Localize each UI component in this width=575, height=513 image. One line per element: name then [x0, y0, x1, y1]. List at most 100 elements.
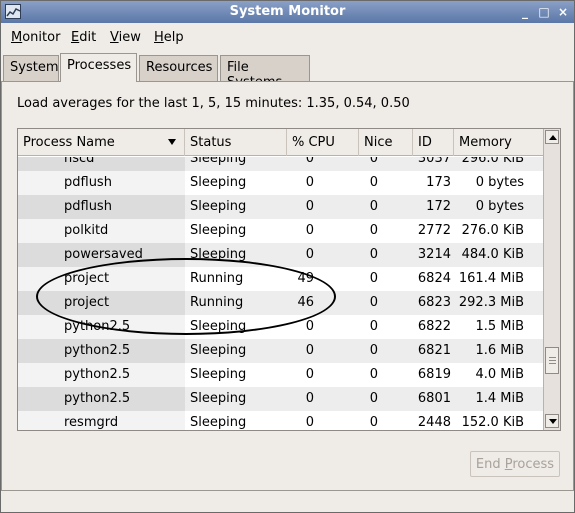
process-cpu: 0: [305, 199, 314, 214]
column-header-memory[interactable]: Memory: [454, 129, 544, 156]
process-nice: 0: [369, 247, 378, 262]
process-cpu: 0: [305, 343, 314, 358]
column-header-label: % CPU: [292, 135, 335, 150]
process-name: nscd: [64, 157, 95, 166]
process-status: Sleeping: [190, 157, 247, 166]
table-row[interactable]: resmgrd Sleeping 0 0 2448 152.0 KiB: [18, 411, 544, 430]
column-header-status[interactable]: Status: [185, 129, 287, 156]
process-id: 6824: [417, 271, 451, 286]
process-cpu: 0: [305, 319, 314, 334]
end-process-button[interactable]: End Process: [470, 451, 560, 477]
process-name: polkitd: [64, 223, 109, 238]
process-name: pdflush: [64, 175, 112, 190]
process-nice: 0: [369, 295, 378, 310]
table-header: Process Name Status % CPU Nice ID Memory: [18, 129, 544, 156]
column-header-label: Memory: [459, 135, 512, 150]
column-header-id[interactable]: ID: [413, 129, 454, 156]
process-id: 2448: [417, 415, 451, 430]
table-row[interactable]: python2.5 Sleeping 0 0 6822 1.5 MiB: [18, 315, 544, 339]
process-id: 172: [426, 199, 451, 214]
process-id: 3214: [417, 247, 451, 262]
process-cpu: 0: [305, 367, 314, 382]
process-memory: 4.0 MiB: [475, 367, 524, 382]
process-name: project: [64, 271, 110, 286]
process-cpu: 0: [305, 157, 314, 166]
process-id: 6819: [417, 367, 451, 382]
table-row[interactable]: python2.5 Sleeping 0 0 6801 1.4 MiB: [18, 387, 544, 411]
process-status: Sleeping: [190, 367, 247, 382]
column-header-label: Nice: [364, 135, 393, 150]
minimize-icon[interactable]: _: [518, 5, 532, 19]
tab-file-systems[interactable]: File Systems: [220, 55, 310, 90]
table-row[interactable]: project Running 46 0 6823 292.3 MiB: [18, 291, 544, 315]
process-status: Sleeping: [190, 343, 247, 358]
vertical-scrollbar[interactable]: [543, 129, 560, 430]
process-nice: 0: [369, 157, 378, 166]
table-row[interactable]: python2.5 Sleeping 0 0 6819 4.0 MiB: [18, 363, 544, 387]
column-header-label: Process Name: [23, 135, 115, 150]
process-name: python2.5: [64, 343, 131, 358]
process-nice: 0: [369, 199, 378, 214]
table-row[interactable]: project Running 49 0 6824 161.4 MiB: [18, 267, 544, 291]
close-icon[interactable]: ×: [556, 5, 570, 19]
process-nice: 0: [369, 223, 378, 238]
table-row[interactable]: polkitd Sleeping 0 0 2772 276.0 KiB: [18, 219, 544, 243]
process-cpu: 0: [305, 223, 314, 238]
process-name: project: [64, 295, 110, 310]
process-id: 3037: [417, 157, 451, 166]
process-memory: 484.0 KiB: [461, 247, 524, 262]
column-header-process-name[interactable]: Process Name: [18, 129, 185, 156]
process-table: Process Name Status % CPU Nice ID Memory…: [17, 128, 561, 431]
menu-help[interactable]: Help: [154, 30, 184, 45]
process-name: resmgrd: [64, 415, 119, 430]
arrow-down-icon[interactable]: [545, 414, 559, 428]
menu-monitor[interactable]: Monitor: [11, 30, 60, 45]
table-row[interactable]: powersaved Sleeping 0 0 3214 484.0 KiB: [18, 243, 544, 267]
process-name: powersaved: [64, 247, 143, 262]
process-cpu: 0: [305, 247, 314, 262]
process-nice: 0: [369, 415, 378, 430]
process-id: 6821: [417, 343, 451, 358]
maximize-icon[interactable]: □: [537, 5, 551, 19]
process-status: Sleeping: [190, 199, 247, 214]
scrollbar-thumb[interactable]: [545, 347, 559, 374]
table-row[interactable]: python2.5 Sleeping 0 0 6821 1.6 MiB: [18, 339, 544, 363]
process-nice: 0: [369, 367, 378, 382]
title-bar[interactable]: System Monitor _ □ ×: [1, 1, 574, 23]
process-memory: 296.0 KiB: [461, 157, 524, 166]
table-row[interactable]: nscd Sleeping 0 0 3037 296.0 KiB: [18, 157, 544, 171]
process-id: 173: [426, 175, 451, 190]
load-averages-label: Load averages for the last 1, 5, 15 minu…: [17, 96, 410, 111]
process-nice: 0: [369, 271, 378, 286]
process-cpu: 46: [297, 295, 314, 310]
process-nice: 0: [369, 343, 378, 358]
menu-view[interactable]: View: [110, 30, 141, 45]
tab-resources[interactable]: Resources: [139, 55, 218, 81]
button-label: rocess: [512, 457, 555, 472]
table-row[interactable]: pdflush Sleeping 0 0 172 0 bytes: [18, 195, 544, 219]
process-status: Sleeping: [190, 391, 247, 406]
process-name: python2.5: [64, 391, 131, 406]
menu-edit[interactable]: Edit: [71, 30, 96, 45]
system-monitor-window: System Monitor _ □ × Monitor Edit View H…: [0, 0, 575, 513]
process-status: Sleeping: [190, 223, 247, 238]
process-id: 6823: [417, 295, 451, 310]
process-status: Sleeping: [190, 175, 247, 190]
menu-bar: Monitor Edit View Help: [1, 24, 574, 52]
process-status: Running: [190, 271, 244, 286]
process-status: Running: [190, 295, 244, 310]
process-memory: 1.4 MiB: [475, 391, 524, 406]
sort-descending-icon: [168, 139, 176, 145]
tab-system[interactable]: System: [3, 55, 59, 81]
process-cpu: 0: [305, 175, 314, 190]
process-id: 6822: [417, 319, 451, 334]
column-header-cpu[interactable]: % CPU: [287, 129, 359, 156]
table-row[interactable]: pdflush Sleeping 0 0 173 0 bytes: [18, 171, 544, 195]
process-memory: 161.4 MiB: [458, 271, 524, 286]
tab-processes[interactable]: Processes: [60, 53, 137, 82]
process-status: Sleeping: [190, 319, 247, 334]
column-header-nice[interactable]: Nice: [359, 129, 413, 156]
process-status: Sleeping: [190, 415, 247, 430]
process-memory: 1.6 MiB: [475, 343, 524, 358]
arrow-up-icon[interactable]: [545, 130, 559, 144]
